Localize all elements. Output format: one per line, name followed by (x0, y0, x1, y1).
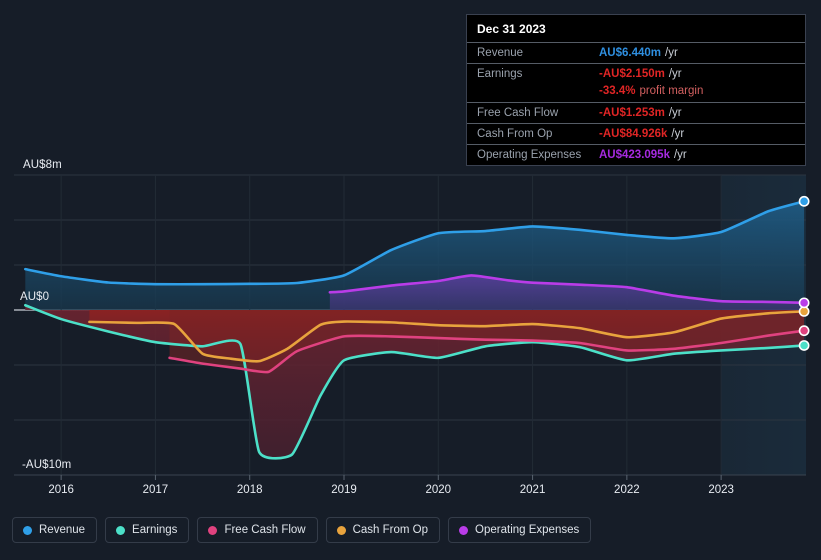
tooltip-row-value: AU$6.440m (599, 47, 662, 59)
endpoint-marker-free-cash-flow (798, 325, 810, 337)
tooltip-row: Free Cash Flow -AU$1.253m/yr (467, 102, 805, 123)
x-axis-tick-2023: 2023 (708, 484, 734, 496)
legend-color-dot-icon (208, 525, 218, 535)
tooltip-row-suffix: /yr (671, 128, 685, 140)
chart-tooltip: Dec 31 2023 Revenue AU$6.440m/yr Earnings -… (466, 14, 806, 166)
tooltip-row-label: Cash From Op (477, 128, 553, 140)
legend-item-free-cash-flow[interactable]: Free Cash Flow (197, 517, 318, 543)
legend-item-label: Free Cash Flow (224, 524, 306, 536)
legend-color-dot-icon (116, 525, 126, 535)
tooltip-date: Dec 31 2023 (477, 22, 546, 36)
legend-item-label: Cash From Op (352, 524, 429, 536)
legend-item-operating-expenses[interactable]: Operating Expenses (448, 517, 592, 543)
tooltip-row-suffix: /yr (668, 68, 682, 80)
tooltip-row-suffix: profit margin (639, 85, 704, 97)
x-axis-tick-2018: 2018 (236, 484, 263, 496)
tooltip-row-value: -AU$2.150m (599, 68, 665, 80)
legend-item-label: Earnings (132, 524, 178, 536)
tooltip-row: Cash From Op -AU$84.926k/yr (467, 123, 805, 144)
legend-color-dot-icon (459, 525, 469, 535)
financial-chart: AU$8m AU$0 -AU$10m 2016 2017 2018 2019 2020 2… (0, 0, 821, 560)
chart-legend[interactable]: Revenue Earnings Free Cash Flow Cash From O… (12, 517, 592, 543)
tooltip-row-label: Operating Expenses (477, 149, 582, 161)
tooltip-row-suffix: /yr (673, 149, 687, 161)
tooltip-row-label: Revenue (477, 47, 524, 59)
tooltip-row-value: -AU$1.253m (599, 107, 665, 119)
tooltip-row-value: -33.4% (599, 85, 636, 97)
legend-item-label: Revenue (39, 524, 86, 536)
legend-item-label: Operating Expenses (475, 524, 580, 536)
tooltip-row: -33.4% profit margin (467, 84, 805, 102)
legend-item-cash-from-op[interactable]: Cash From Op (325, 517, 441, 543)
x-axis-tick-2020: 2020 (425, 484, 452, 496)
x-axis-tick-2016: 2016 (48, 484, 74, 496)
endpoint-marker-revenue (798, 195, 810, 207)
x-axis-tick-2019: 2019 (331, 484, 357, 496)
tooltip-rows: Revenue AU$6.440m/yr Earnings -AU$2.150m/yr… (467, 42, 805, 165)
tooltip-row-value: AU$423.095k (599, 149, 670, 161)
legend-item-revenue[interactable]: Revenue (12, 517, 98, 543)
tooltip-row-label: Earnings (477, 68, 523, 80)
legend-item-earnings[interactable]: Earnings (105, 517, 190, 543)
tooltip-row: Operating Expenses AU$423.095k/yr (467, 144, 805, 165)
tooltip-row-suffix: /yr (665, 47, 678, 59)
legend-color-dot-icon (336, 525, 346, 535)
tooltip-row: Revenue AU$6.440m/yr (467, 42, 805, 63)
x-axis-tick-2021: 2021 (519, 484, 546, 496)
endpoint-marker-operating-expenses (798, 297, 810, 309)
x-axis-tick-2017: 2017 (142, 484, 169, 496)
tooltip-row-label: Free Cash Flow (477, 107, 559, 119)
x-axis-tick-2022: 2022 (614, 484, 640, 496)
tooltip-row-suffix: /yr (668, 107, 682, 119)
legend-color-dot-icon (23, 525, 32, 535)
tooltip-row-value: -AU$84.926k (599, 128, 668, 140)
tooltip-row: Earnings -AU$2.150m/yr (467, 63, 805, 84)
endpoint-marker-earnings (798, 340, 810, 351)
